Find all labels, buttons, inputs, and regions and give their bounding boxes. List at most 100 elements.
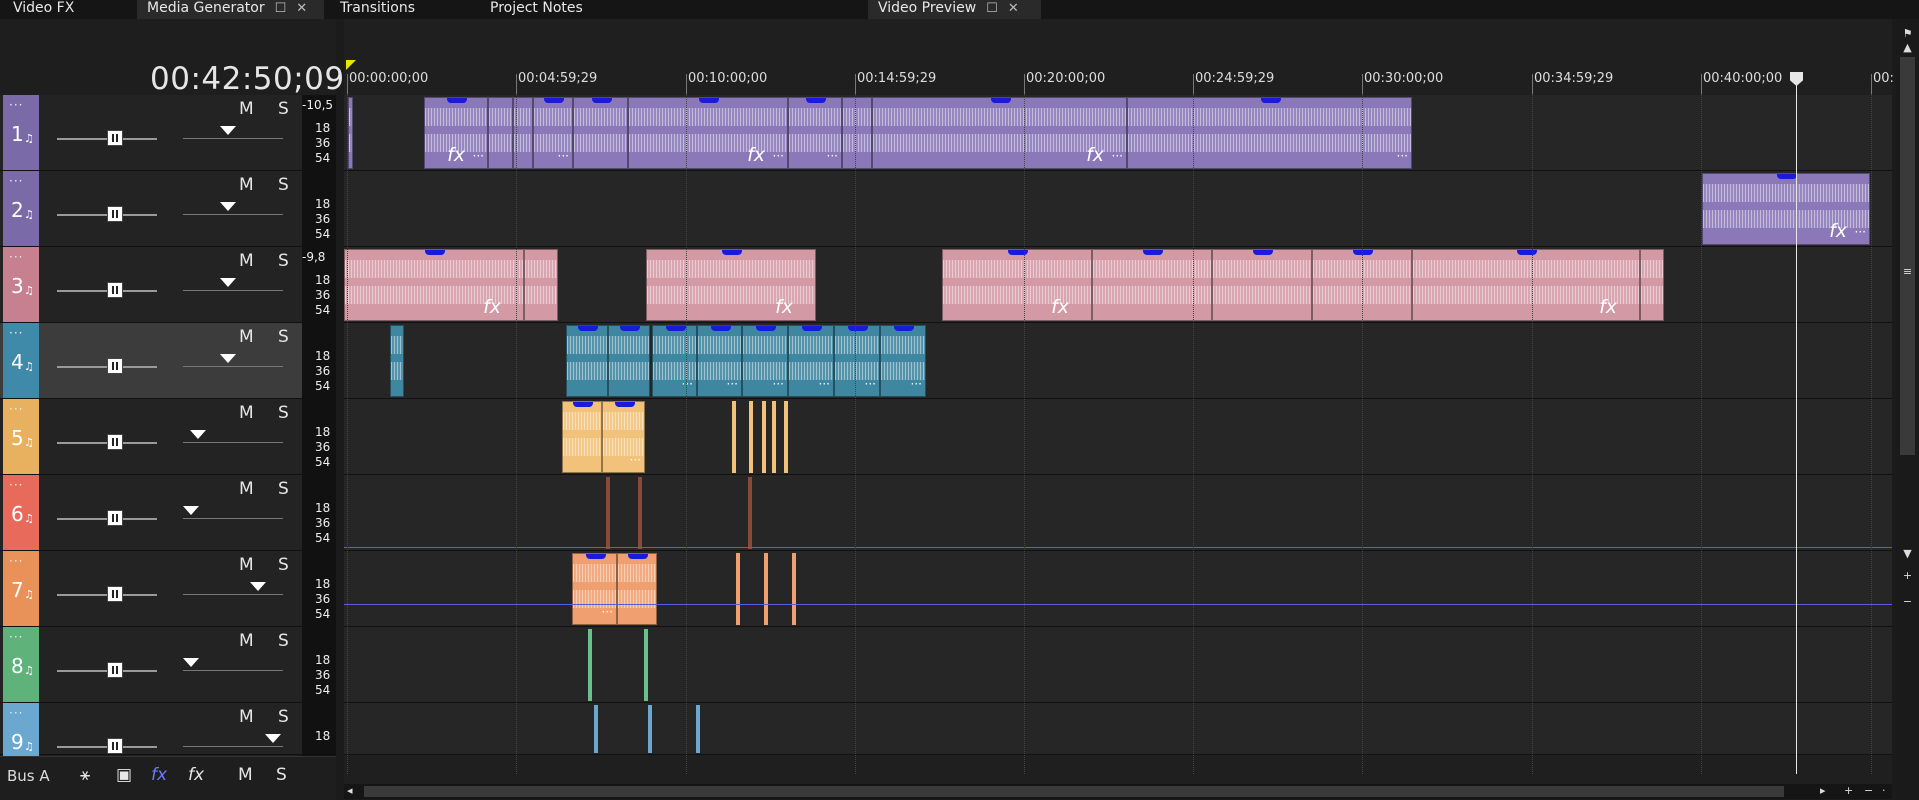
pan-slider[interactable] xyxy=(183,202,283,215)
tab-video-fx[interactable]: Video FX xyxy=(3,0,113,19)
timeline-clip[interactable] xyxy=(617,553,657,625)
clip-fade-handle-icon[interactable] xyxy=(1777,174,1797,179)
timeline-clip[interactable]: ··· xyxy=(742,325,788,397)
pan-slider[interactable] xyxy=(183,278,283,291)
clip-menu-icon[interactable]: ··· xyxy=(630,453,641,467)
maximize-icon[interactable]: ☐ xyxy=(986,0,998,17)
timeline-clip[interactable]: fx ··· xyxy=(872,97,1127,169)
scroll-up-icon[interactable]: ▲ xyxy=(1896,41,1919,54)
clip-menu-icon[interactable]: ··· xyxy=(1855,225,1866,239)
timeline-clip[interactable]: fx xyxy=(344,249,524,321)
mute-button[interactable]: M xyxy=(239,631,254,651)
track-number-badge[interactable]: ··· 1 ♫ xyxy=(3,95,39,170)
timeline-clip[interactable] xyxy=(1640,249,1664,321)
volume-slider[interactable] xyxy=(57,282,157,298)
pan-slider-handle-icon[interactable] xyxy=(265,734,281,743)
volume-slider-knob[interactable] xyxy=(107,510,123,526)
track-number-badge[interactable]: ··· 2 ♫ xyxy=(3,171,39,246)
timeline-clip[interactable]: ··· xyxy=(880,325,926,397)
timeline-clip[interactable]: ··· xyxy=(788,325,834,397)
clip-menu-icon[interactable]: ··· xyxy=(473,149,484,163)
timeline-clip[interactable] xyxy=(608,325,650,397)
volume-slider[interactable] xyxy=(57,130,157,146)
track-header-3[interactable]: ··· 3 ♫ M S 18 36 54 -9,8 xyxy=(0,247,336,323)
pan-slider-handle-icon[interactable] xyxy=(190,430,206,439)
track-menu-icon[interactable]: ··· xyxy=(9,250,23,264)
clip-fx-icon[interactable]: fx xyxy=(483,296,501,318)
timeline-clip[interactable]: ··· xyxy=(788,97,842,169)
clip-fade-handle-icon[interactable] xyxy=(586,554,606,559)
clip-fx-icon[interactable]: fx xyxy=(1086,144,1104,166)
scroll-down-icon[interactable]: ▼ xyxy=(1896,547,1919,560)
clip-fade-handle-icon[interactable] xyxy=(756,326,776,331)
volume-slider[interactable] xyxy=(57,206,157,222)
flag-icon[interactable]: ⚑ xyxy=(1896,27,1919,40)
clip-fade-handle-icon[interactable] xyxy=(848,326,868,331)
timeline-clip[interactable]: fx xyxy=(942,249,1092,321)
clip-menu-icon[interactable]: ··· xyxy=(602,605,613,619)
timeline-clip[interactable]: fx xyxy=(646,249,816,321)
clip-menu-icon[interactable]: ··· xyxy=(727,377,738,391)
solo-button[interactable]: S xyxy=(278,175,289,195)
clip-menu-icon[interactable]: ··· xyxy=(819,377,830,391)
track-header-2[interactable]: ··· 2 ♫ M S 18 36 54 xyxy=(0,171,336,247)
track-number-badge[interactable]: ··· 3 ♫ xyxy=(3,247,39,322)
close-icon[interactable]: ✕ xyxy=(1008,0,1019,17)
pan-slider-handle-icon[interactable] xyxy=(183,658,199,667)
timeline-event[interactable] xyxy=(762,401,766,473)
timeline-event[interactable] xyxy=(732,401,736,473)
track-menu-icon[interactable]: ··· xyxy=(9,706,23,720)
timeline-clip[interactable] xyxy=(573,97,628,169)
time-ruler[interactable]: 00:00:00;00 00:04:59;29 00:10:00;00 00:14:5… xyxy=(344,19,1894,94)
track-menu-icon[interactable]: ··· xyxy=(9,174,23,188)
volume-slider-knob[interactable] xyxy=(107,738,123,754)
clip-fade-handle-icon[interactable] xyxy=(722,250,742,255)
clip-menu-icon[interactable]: ··· xyxy=(1112,149,1123,163)
clip-fade-handle-icon[interactable] xyxy=(991,98,1011,103)
timeline-event[interactable] xyxy=(736,553,740,625)
clip-menu-icon[interactable]: ··· xyxy=(773,377,784,391)
pan-slider-handle-icon[interactable] xyxy=(220,202,236,211)
timeline-event[interactable] xyxy=(792,553,796,625)
pan-slider-handle-icon[interactable] xyxy=(183,506,199,515)
tab-transitions[interactable]: Transitions xyxy=(330,0,450,19)
pan-slider-handle-icon[interactable] xyxy=(220,278,236,287)
pan-slider[interactable] xyxy=(183,734,283,747)
mute-button[interactable]: M xyxy=(239,479,254,499)
mute-button[interactable]: M xyxy=(239,251,254,271)
timeline-clip[interactable]: ··· xyxy=(652,325,697,397)
loop-marker-icon[interactable] xyxy=(346,60,356,70)
volume-slider[interactable] xyxy=(57,662,157,678)
track-menu-icon[interactable]: ··· xyxy=(9,402,23,416)
timeline-event[interactable] xyxy=(606,477,610,549)
clip-fade-handle-icon[interactable] xyxy=(666,326,686,331)
timeline-clip[interactable]: ··· xyxy=(697,325,742,397)
clip-fade-handle-icon[interactable] xyxy=(806,98,826,103)
volume-slider[interactable] xyxy=(57,510,157,526)
pan-slider-handle-icon[interactable] xyxy=(220,126,236,135)
volume-slider[interactable] xyxy=(57,738,157,754)
track-number-badge[interactable]: ··· 7 ♫ xyxy=(3,551,39,626)
scroll-left-icon[interactable]: ◂ xyxy=(347,784,353,797)
vertical-scroll-thumb[interactable] xyxy=(1900,57,1915,455)
timeline-event[interactable] xyxy=(772,401,776,473)
timeline-clip[interactable] xyxy=(348,97,353,169)
timeline-clip[interactable] xyxy=(1092,249,1212,321)
playhead-cursor[interactable] xyxy=(1796,74,1797,774)
clip-menu-icon[interactable]: ··· xyxy=(827,149,838,163)
timeline-event[interactable] xyxy=(638,477,642,549)
clip-menu-icon[interactable]: ··· xyxy=(911,377,922,391)
track-number-badge[interactable]: ··· 4 ♫ xyxy=(3,323,39,398)
bus-fx-chain-icon[interactable]: fx xyxy=(151,765,167,785)
clip-fade-handle-icon[interactable] xyxy=(699,98,719,103)
track-header-1[interactable]: ··· 1 ♫ M S 18 36 54 -10,5 xyxy=(0,95,336,171)
timeline-event[interactable] xyxy=(588,629,592,701)
solo-button[interactable]: S xyxy=(278,327,289,347)
timeline-clip[interactable]: ··· xyxy=(533,97,573,169)
close-icon[interactable]: ✕ xyxy=(296,0,307,17)
clip-menu-icon[interactable]: ··· xyxy=(682,377,693,391)
timeline-clip[interactable]: ··· xyxy=(1127,97,1412,169)
track-menu-icon[interactable]: ··· xyxy=(9,478,23,492)
zoom-in-vertical-icon[interactable]: + xyxy=(1896,569,1919,582)
timeline-clip[interactable] xyxy=(524,249,558,321)
